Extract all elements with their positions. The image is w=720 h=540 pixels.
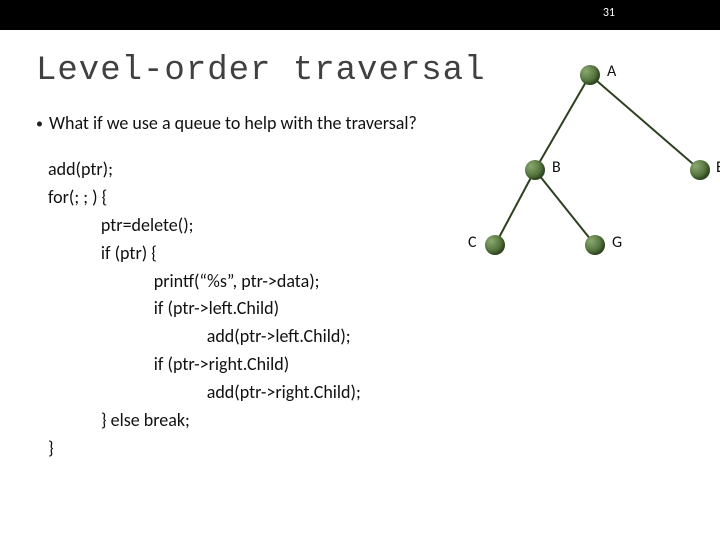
bullet-dot: • [36, 115, 43, 132]
bullet-text: What if we use a queue to help with the … [49, 112, 417, 134]
code-l10: } else break; [48, 409, 190, 431]
code-l6: if (ptr->left.Child) [48, 297, 279, 319]
tree-label-g: G [612, 233, 622, 252]
code-l2: for(; ; ) { [48, 186, 107, 208]
code-l3: ptr=delete(); [48, 214, 193, 236]
code-l9: add(ptr->right.Child); [48, 381, 361, 403]
tree-node-c [485, 235, 505, 255]
code-l5: printf(“%s”, ptr->data); [48, 270, 319, 292]
code-l4: if (ptr) { [48, 242, 157, 264]
top-bar: 31 [0, 0, 720, 30]
code-l7: add(ptr->left.Child); [48, 325, 351, 347]
tree-label-a: A [607, 62, 616, 81]
tree-label-b: B [552, 158, 561, 177]
tree-edges [480, 50, 720, 300]
tree-label-e: E [716, 158, 720, 177]
tree-diagram: A B E C G [480, 50, 720, 300]
code-l8: if (ptr->right.Child) [48, 353, 289, 375]
code-l11: } [48, 437, 54, 459]
tree-node-a [580, 65, 600, 85]
tree-node-g [585, 235, 605, 255]
code-l1: add(ptr); [48, 158, 113, 180]
tree-node-b [525, 160, 545, 180]
tree-label-c: C [468, 233, 477, 252]
tree-node-e [690, 160, 710, 180]
page-number: 31 [603, 6, 615, 20]
